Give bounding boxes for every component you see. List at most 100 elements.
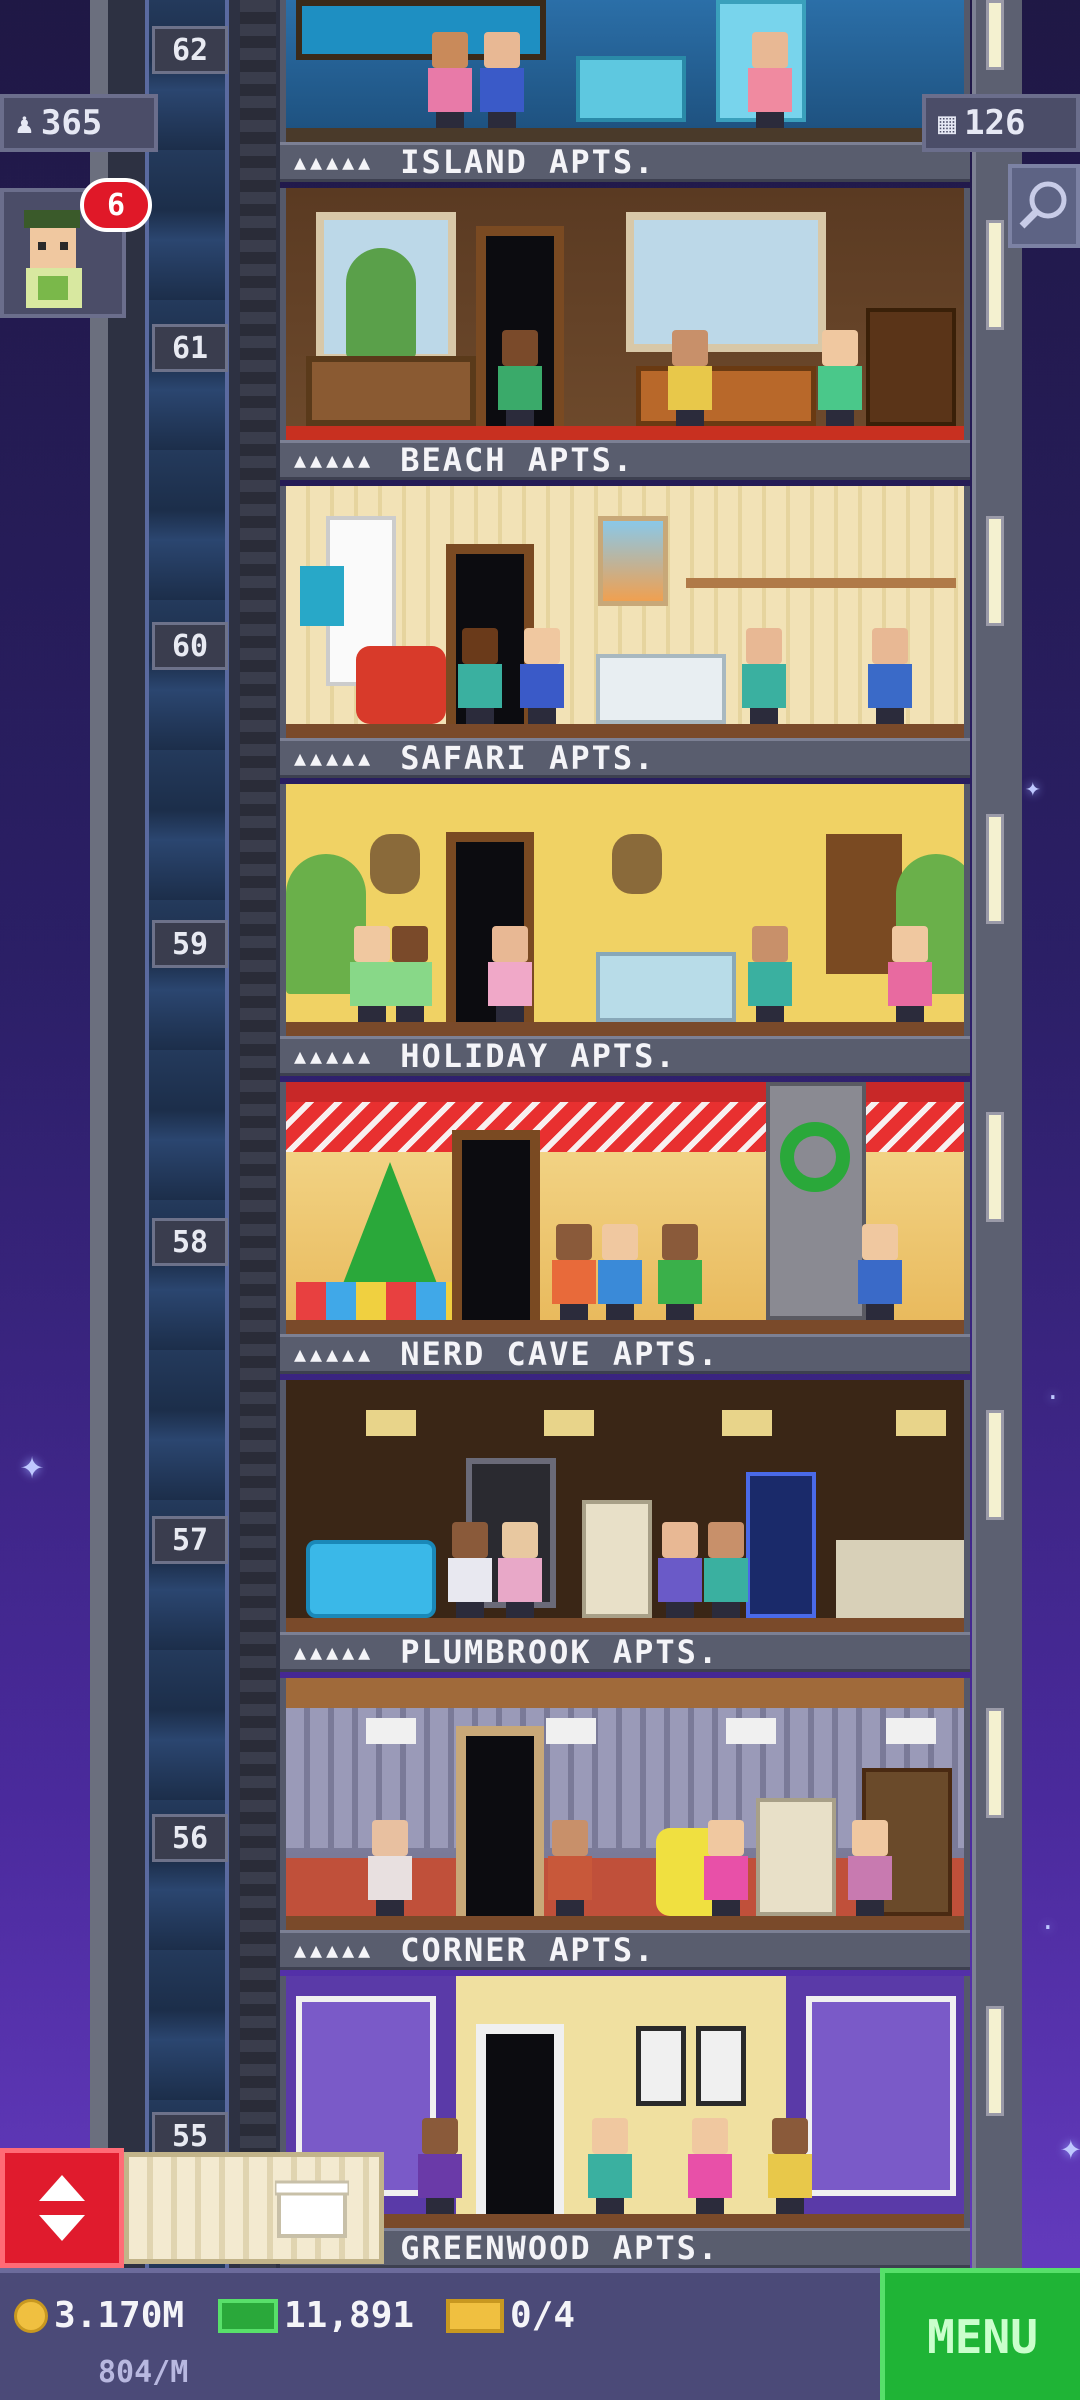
bitizen[interactable] <box>446 1522 494 1618</box>
floor-sign[interactable]: ▲▲▲▲▲ NERD CAVE APTS. <box>280 1334 970 1374</box>
bed <box>636 366 816 426</box>
bitizen[interactable] <box>816 330 864 426</box>
bitizen[interactable] <box>550 1224 598 1320</box>
person-icon: ♟ <box>16 106 33 140</box>
coins-rate: 804/M <box>98 2355 189 2390</box>
floor-name: NERD CAVE APTS. <box>400 1335 720 1373</box>
bitizen[interactable] <box>886 926 934 1022</box>
rating-stars: ▲▲▲▲▲ <box>294 1938 375 1962</box>
pillar-light <box>986 1708 1004 1818</box>
bitizen[interactable] <box>426 32 474 128</box>
bitizen[interactable] <box>456 628 504 724</box>
bitizen[interactable] <box>478 32 526 128</box>
rating-stars: ▲▲▲▲▲ <box>294 1342 375 1366</box>
door[interactable] <box>456 1726 544 1916</box>
armchair <box>356 646 446 724</box>
pillar-light <box>986 1112 1004 1222</box>
floor-ground <box>286 426 964 440</box>
wreath <box>780 1122 850 1192</box>
bitizen[interactable] <box>856 1224 904 1320</box>
bitizen[interactable] <box>546 1820 594 1916</box>
build-button[interactable] <box>124 2152 384 2264</box>
notification-badge: 6 <box>80 178 152 232</box>
rating-stars: ▲▲▲▲▲ <box>294 1044 375 1068</box>
bux-value: 11,891 <box>284 2295 415 2336</box>
room-interior[interactable] <box>280 188 970 440</box>
bitizen[interactable] <box>846 1820 894 1916</box>
search-button[interactable] <box>1008 164 1080 248</box>
sofa <box>306 1540 436 1618</box>
floor-number-59: 59 <box>152 920 228 968</box>
population-counter[interactable]: ♟ 365 <box>0 94 158 152</box>
floor-number-60: 60 <box>152 622 228 670</box>
floor-name: BEACH APTS. <box>400 441 635 479</box>
bitizen[interactable] <box>496 330 544 426</box>
floor-name: SAFARI APTS. <box>400 739 656 777</box>
fireplace <box>766 1082 866 1320</box>
bitizen[interactable] <box>596 1224 644 1320</box>
floor-sign[interactable]: ▲▲▲▲▲ BEACH APTS. <box>280 440 970 480</box>
bitizen[interactable] <box>666 330 714 426</box>
ceiling-lamp <box>896 1410 946 1436</box>
floor-ground <box>286 1618 964 1632</box>
door[interactable] <box>452 1130 540 1320</box>
computer <box>756 1798 836 1916</box>
floor-number-61: 61 <box>152 324 228 372</box>
bitizen[interactable] <box>386 926 434 1022</box>
tickets-stat[interactable]: 0/4 <box>446 2295 575 2336</box>
bitizen[interactable] <box>746 32 794 128</box>
bitizen[interactable] <box>740 628 788 724</box>
arcade-machine <box>746 1472 816 1618</box>
lamp <box>300 566 344 626</box>
elevator-rail-left <box>90 0 108 2400</box>
room-interior[interactable] <box>280 0 970 142</box>
floor-ground <box>286 128 964 142</box>
gift-boxes <box>296 1282 466 1320</box>
floor-name: ISLAND APTS. <box>400 143 656 181</box>
bux-stat[interactable]: 11,891 <box>218 2295 414 2336</box>
room-interior[interactable] <box>280 1678 970 1930</box>
bitizen[interactable] <box>702 1820 750 1916</box>
bitizen[interactable] <box>586 2118 634 2214</box>
floor-number-62: 62 <box>152 26 228 74</box>
elevator-button[interactable] <box>0 2148 124 2268</box>
floor-ground <box>286 1916 964 1930</box>
bitizen[interactable] <box>686 2118 734 2214</box>
floor-number-58: 58 <box>152 1218 228 1266</box>
rating-stars: ▲▲▲▲▲ <box>294 150 375 174</box>
floor-sign[interactable]: ▲▲▲▲▲ CORNER APTS. <box>280 1930 970 1970</box>
sofa <box>596 654 726 724</box>
bitizen[interactable] <box>746 926 794 1022</box>
rating-stars: ▲▲▲▲▲ <box>294 746 375 770</box>
star-decoration: · <box>1040 1913 1056 1943</box>
door[interactable] <box>476 2024 564 2214</box>
bitizen[interactable] <box>702 1522 750 1618</box>
room-interior[interactable] <box>280 1380 970 1632</box>
bitizen[interactable] <box>416 2118 464 2214</box>
floor-counter[interactable]: ▦ 126 <box>922 94 1080 152</box>
floor-name: PLUMBROOK APTS. <box>400 1633 720 1671</box>
bitizen[interactable] <box>766 2118 814 2214</box>
pillar-light <box>986 516 1004 626</box>
menu-button[interactable]: MENU <box>880 2268 1080 2400</box>
bitizen[interactable] <box>866 628 914 724</box>
floor-sign[interactable]: ▲▲▲▲▲ ISLAND APTS. <box>280 142 970 182</box>
floor-sign[interactable]: ▲▲▲▲▲ SAFARI APTS. <box>280 738 970 778</box>
bitizen[interactable] <box>518 628 566 724</box>
coins-stat[interactable]: 3.170M <box>14 2295 184 2336</box>
tickets-value: 0/4 <box>510 2295 576 2336</box>
bitizen[interactable] <box>366 1820 414 1916</box>
room-interior[interactable] <box>280 784 970 1036</box>
sunset-painting <box>598 516 668 606</box>
bitizen[interactable] <box>656 1522 704 1618</box>
floor-sign[interactable]: ▲▲▲▲▲ HOLIDAY APTS. <box>280 1036 970 1076</box>
floor-sign[interactable]: ▲▲▲▲▲ PLUMBROOK APTS. <box>280 1632 970 1672</box>
room-interior[interactable] <box>280 486 970 738</box>
floor-number-57: 57 <box>152 1516 228 1564</box>
star-decoration: ✦ <box>1025 773 1041 803</box>
bitizen[interactable] <box>496 1522 544 1618</box>
room-interior[interactable] <box>280 1082 970 1334</box>
bitizen[interactable] <box>486 926 534 1022</box>
pillar-light <box>986 2006 1004 2116</box>
bitizen[interactable] <box>656 1224 704 1320</box>
